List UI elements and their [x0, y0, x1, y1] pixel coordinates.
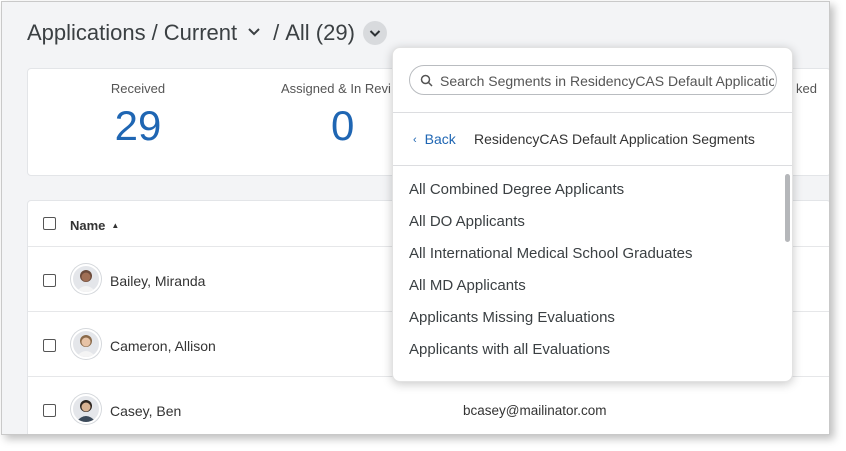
- breadcrumb-current[interactable]: Current: [164, 20, 237, 46]
- back-button[interactable]: ‹ Back: [413, 131, 456, 147]
- segment-search[interactable]: [409, 65, 777, 95]
- avatar: [71, 394, 101, 424]
- dropdown-title: ResidencyCAS Default Application Segment…: [474, 131, 755, 147]
- segments-dropdown: ‹ Back ResidencyCAS Default Application S…: [392, 47, 793, 382]
- breadcrumb-applications[interactable]: Applications: [27, 20, 146, 46]
- segment-item[interactable]: Applicants Missing Evaluations: [393, 302, 783, 334]
- applicant-name[interactable]: Cameron, Allison: [110, 338, 216, 354]
- scrollbar[interactable]: [785, 174, 790, 242]
- segment-list: All Combined Degree Applicants All DO Ap…: [393, 174, 783, 366]
- stat-value: 29: [114, 102, 162, 149]
- row-checkbox[interactable]: [43, 274, 56, 287]
- segment-item[interactable]: All International Medical School Graduat…: [393, 238, 783, 270]
- breadcrumb-all[interactable]: All (29): [285, 20, 355, 46]
- divider: [393, 112, 792, 113]
- breadcrumb: Applications / Current / All (29): [27, 20, 387, 46]
- chevron-left-icon: ‹: [413, 134, 417, 146]
- segment-item[interactable]: All MD Applicants: [393, 270, 783, 302]
- applicant-name[interactable]: Casey, Ben: [110, 403, 181, 419]
- select-all-checkbox[interactable]: [43, 217, 56, 230]
- app-window: Applications / Current / All (29) Receiv…: [1, 1, 830, 435]
- table-row[interactable]: Casey, Ben bcasey@mailinator.com: [28, 377, 829, 434]
- applicant-name[interactable]: Bailey, Miranda: [110, 273, 205, 289]
- avatar: [71, 329, 101, 359]
- chevron-down-icon[interactable]: [247, 24, 261, 38]
- segment-item[interactable]: All DO Applicants: [393, 206, 783, 238]
- search-input[interactable]: [440, 70, 774, 92]
- stat-label: ked: [796, 81, 817, 96]
- sort-ascending-icon: ▲: [111, 221, 120, 230]
- segment-item[interactable]: All Combined Degree Applicants: [393, 174, 783, 206]
- divider: [393, 165, 792, 166]
- row-checkbox[interactable]: [43, 339, 56, 352]
- stat-partial[interactable]: ked: [796, 81, 829, 96]
- back-label: Back: [424, 131, 456, 147]
- row-checkbox[interactable]: [43, 404, 56, 417]
- segment-item[interactable]: Applicants with all Evaluations: [393, 334, 783, 366]
- stat-label: Received: [110, 81, 166, 96]
- stat-received[interactable]: Received 29: [88, 81, 188, 150]
- search-icon: [420, 74, 433, 92]
- column-label: Name: [70, 218, 106, 233]
- segment-dropdown-toggle[interactable]: [362, 21, 387, 45]
- breadcrumb-separator: /: [273, 20, 280, 45]
- avatar: [71, 264, 101, 294]
- name-column-header[interactable]: Name ▲: [70, 218, 119, 233]
- breadcrumb-separator: /: [151, 20, 158, 45]
- applicant-email: bcasey@mailinator.com: [463, 403, 607, 418]
